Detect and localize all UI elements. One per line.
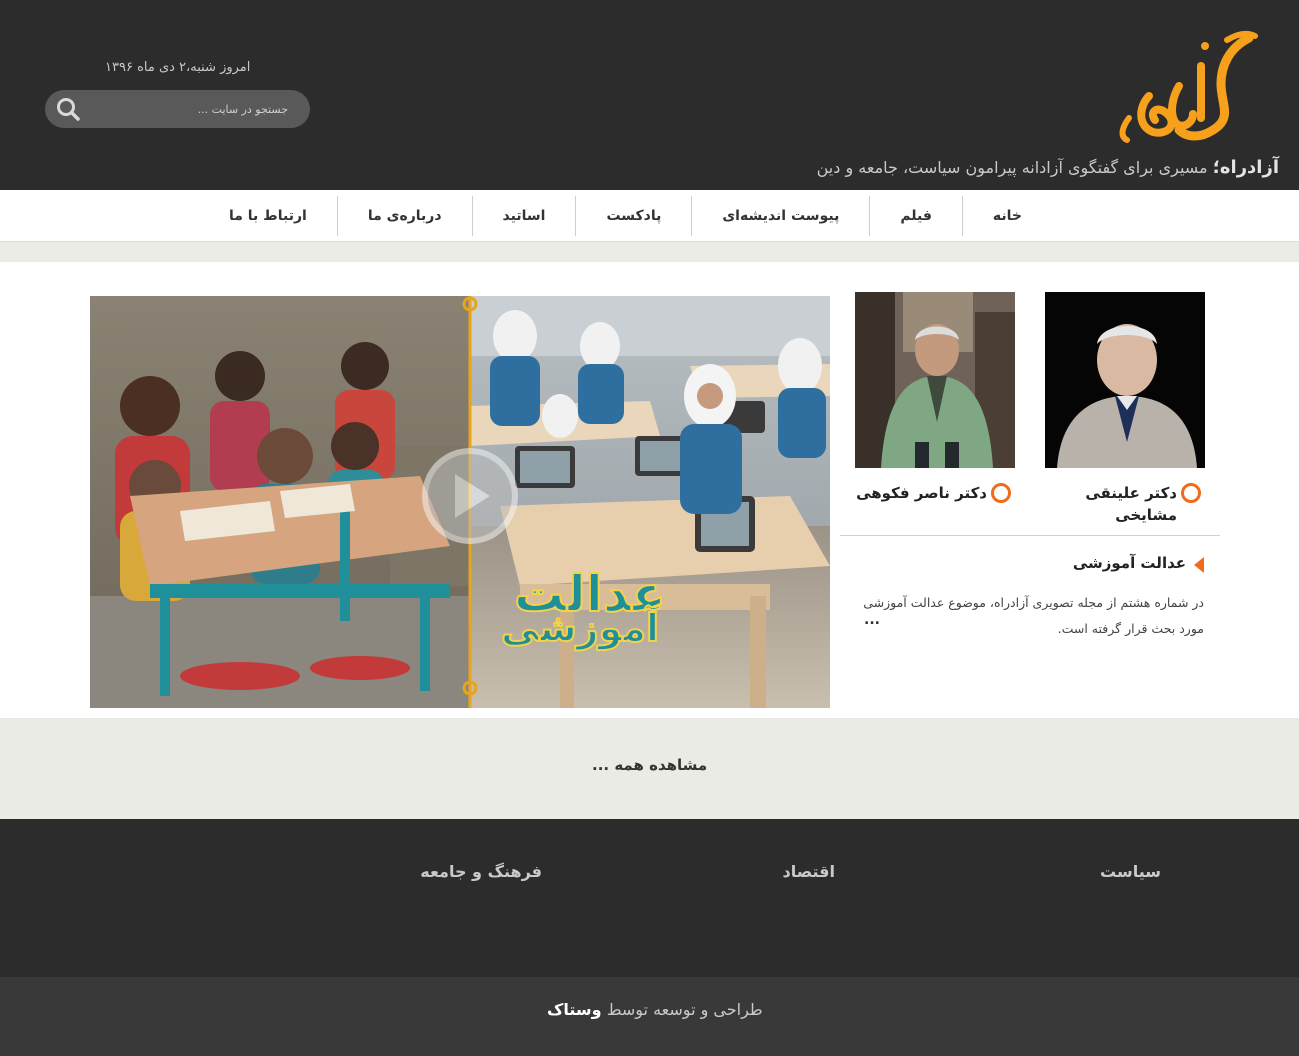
circle-icon <box>1181 483 1201 503</box>
footer: سیاست اقتصاد فرهنگ و جامعه <box>0 819 1299 977</box>
professor-card[interactable]: دکتر ناصر فکوهی <box>855 292 1015 504</box>
professor-name[interactable]: دکتر علینقی مشایخی <box>1045 482 1205 526</box>
nav-item-contact[interactable]: ارتباط با ما <box>199 196 337 236</box>
article-title[interactable]: عدالت آموزشی <box>1072 554 1204 573</box>
article-summary: در شماره هشتم از مجله تصویری آزادراه، مو… <box>863 595 1204 636</box>
credit-prefix: طراحی و توسعه توسط <box>601 1000 763 1019</box>
professor-name-text: دکتر علینقی مشایخی <box>1085 484 1177 524</box>
credit-brand-link[interactable]: وستاک <box>547 1000 602 1019</box>
nav-item-podcast[interactable]: پادکست <box>575 196 691 236</box>
triangle-left-icon <box>1194 557 1204 573</box>
credit-text: طراحی و توسعه توسط وستاک <box>547 1000 763 1019</box>
search-icon[interactable] <box>55 96 81 122</box>
today-date: امروز شنبه،۲ دی ماه ۱۳۹۶ <box>105 60 251 75</box>
site-header: آزادراه؛ مسیری برای گفتگوی آزادانه پیرام… <box>0 0 1299 190</box>
nav-item-about[interactable]: درباره‌ی ما <box>336 196 472 236</box>
circle-icon <box>991 483 1011 503</box>
professor-photo[interactable] <box>1045 292 1205 468</box>
site-logo[interactable] <box>1109 26 1259 146</box>
main-content: عدالت آموزشی دکتر علینقی مشایخی دکتر ناص… <box>0 262 1299 718</box>
nav-item-intellectual-appendix[interactable]: پیوست اندیشه‌ای <box>691 196 869 236</box>
search-input[interactable] <box>110 99 290 119</box>
view-all-link[interactable]: مشاهده همه ... <box>592 756 707 774</box>
nav-menu: خانه فیلم پیوست اندیشه‌ای پادکست اساتید … <box>199 190 1052 242</box>
professor-name[interactable]: دکتر ناصر فکوهی <box>855 482 1015 504</box>
tagline-text: مسیری برای گفتگوی آزادانه پیرامون سیاست،… <box>816 158 1213 177</box>
site-tagline: آزادراه؛ مسیری برای گفتگوی آزادانه پیرام… <box>817 157 1279 178</box>
credit-bar: طراحی و توسعه توسط وستاک <box>0 977 1299 1056</box>
professor-name-text: دکتر ناصر فکوهی <box>856 484 987 502</box>
divider <box>840 535 1220 536</box>
professors-list: دکتر علینقی مشایخی دکتر ناصر فکوهی <box>840 284 1220 539</box>
play-icon[interactable] <box>422 448 518 544</box>
site-name: آزادراه؛ <box>1212 157 1279 178</box>
nav-item-film[interactable]: فیلم <box>869 196 962 236</box>
view-all-section: مشاهده همه ... <box>0 718 1299 818</box>
featured-video-thumbnail: عدالت آموزشی <box>90 296 830 708</box>
feature-overlay-line2: آموزشی <box>501 604 660 650</box>
footer-category-culture-society[interactable]: فرهنگ و جامعه <box>420 862 542 881</box>
read-more-link[interactable]: ... <box>864 612 880 628</box>
article-title-text: عدالت آموزشی <box>1072 554 1186 572</box>
nav-item-home[interactable]: خانه <box>961 196 1052 236</box>
professor-photo[interactable] <box>855 292 1015 468</box>
featured-video[interactable]: عدالت آموزشی <box>90 296 830 708</box>
footer-category-politics[interactable]: سیاست <box>1100 862 1161 881</box>
professor-card[interactable]: دکتر علینقی مشایخی <box>1045 292 1205 526</box>
search-box <box>45 90 310 128</box>
nav-item-professors[interactable]: اساتید <box>471 196 576 236</box>
footer-category-economy[interactable]: اقتصاد <box>783 862 835 881</box>
main-nav: خانه فیلم پیوست اندیشه‌ای پادکست اساتید … <box>0 190 1299 242</box>
